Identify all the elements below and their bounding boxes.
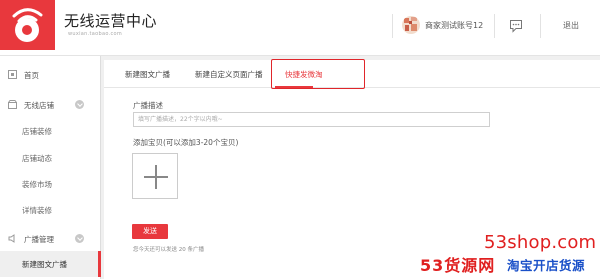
sidebar-item-shop-updates[interactable]: 店铺动态 — [0, 145, 101, 171]
sidebar: 首页 无线店铺 店铺装修 店铺动态 装修市场 详情装修 广播管理 新建图文广播 — [0, 56, 101, 279]
brand-title: 无线运营中心 — [64, 12, 158, 30]
add-items-label: 添加宝贝(可以添加3-20个宝贝) — [133, 138, 239, 147]
app-root: 无线运营中心 wuxian.taobao.com 商家测试账号12 退出 首页 … — [0, 0, 600, 279]
brand-subtitle: wuxian.taobao.com — [68, 31, 123, 37]
sidebar-item-detail-decoration[interactable]: 详情装修 — [0, 197, 101, 223]
chevron-down-icon[interactable] — [75, 100, 84, 109]
sidebar-item-wireless-shop[interactable]: 无线店铺 — [0, 92, 101, 118]
account-name[interactable]: 商家测试账号12 — [425, 20, 483, 31]
watermark-right: 淘宝开店货源 — [507, 258, 586, 273]
header-divider — [494, 14, 495, 38]
tab-new-custom-page-broadcast[interactable]: 新建自定义页面广播 — [195, 69, 263, 80]
header-divider — [540, 14, 541, 38]
send-button[interactable]: 发送 — [132, 224, 168, 239]
sidebar-item-decoration-market[interactable]: 装修市场 — [0, 171, 101, 197]
shop-icon — [8, 100, 17, 109]
home-icon — [8, 70, 17, 79]
sidebar-item-shop-decoration[interactable]: 店铺装修 — [0, 118, 101, 144]
logo[interactable] — [0, 0, 55, 50]
watermark-url: 53shop.com — [484, 232, 597, 253]
sidebar-item-home[interactable]: 首页 — [0, 62, 101, 88]
header-divider — [392, 14, 393, 38]
sidebar-item-new-broadcast[interactable]: 新建图文广播 — [0, 251, 101, 277]
sidebar-item-label: 店铺动态 — [22, 154, 52, 163]
logout-link[interactable]: 退出 — [563, 20, 579, 31]
description-label: 广播描述 — [133, 101, 163, 110]
sidebar-item-label: 首页 — [24, 71, 39, 80]
remaining-broadcasts-hint: 您今天还可以发送 20 条广播 — [133, 247, 204, 253]
tab-new-image-text-broadcast[interactable]: 新建图文广播 — [125, 69, 170, 80]
message-icon[interactable] — [509, 19, 523, 33]
sidebar-item-label: 新建图文广播 — [22, 260, 67, 269]
broadcast-icon — [8, 234, 15, 243]
sidebar-item-label: 无线店铺 — [24, 101, 54, 110]
watermark-left: 53货源网 — [420, 256, 496, 275]
avatar[interactable] — [402, 16, 420, 34]
top-header: 无线运营中心 wuxian.taobao.com 商家测试账号12 退出 — [0, 0, 600, 56]
sidebar-item-label: 店铺装修 — [22, 127, 52, 136]
sidebar-item-label: 广播管理 — [24, 235, 54, 244]
sidebar-item-broadcast-management[interactable]: 广播管理 — [0, 226, 101, 252]
sidebar-item-label: 详情装修 — [22, 206, 52, 215]
taobao-logo-icon — [12, 8, 43, 42]
avatar-image — [402, 16, 420, 34]
annotation-highlight-box — [271, 59, 365, 89]
add-item-button[interactable] — [132, 153, 178, 199]
description-input[interactable] — [133, 112, 490, 127]
chevron-down-icon[interactable] — [75, 234, 84, 243]
sidebar-item-label: 装修市场 — [22, 180, 52, 189]
